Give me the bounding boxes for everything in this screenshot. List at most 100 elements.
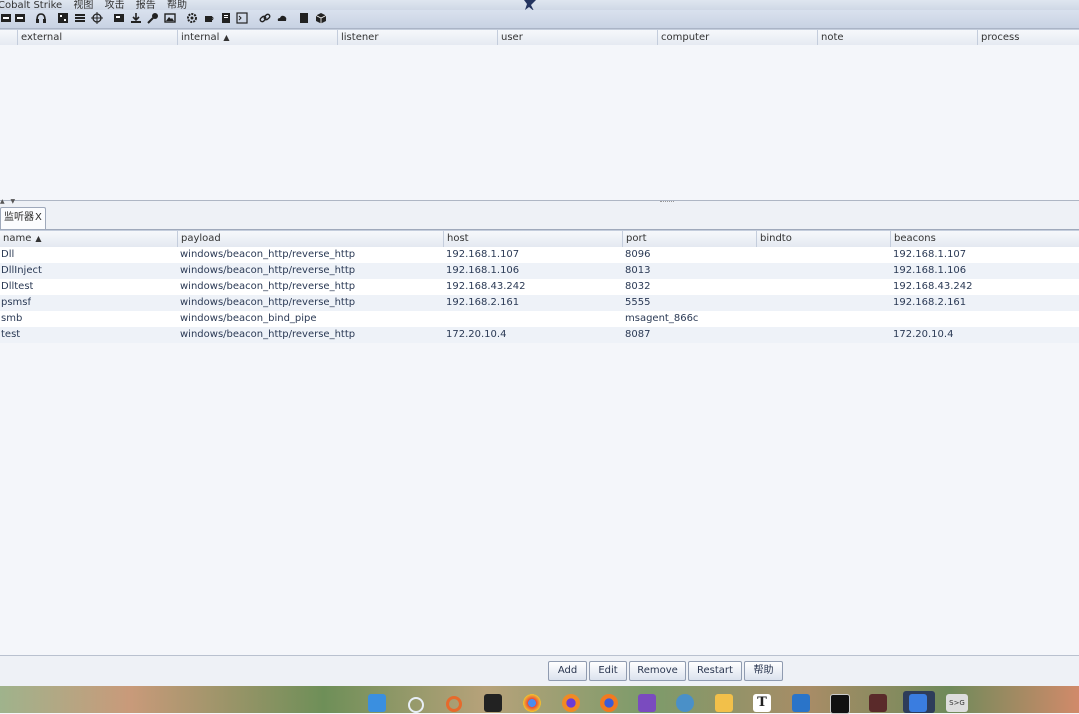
cell-name: Dlltest (1, 281, 34, 292)
credentials-icon[interactable] (147, 12, 159, 24)
cell-port: 8096 (625, 249, 651, 260)
tab-strip: 监听器X (0, 207, 1079, 230)
terminal-icon[interactable] (484, 694, 502, 712)
settings-icon[interactable] (186, 12, 198, 24)
cell-beacons: 192.168.1.107 (893, 249, 967, 260)
targets-icon[interactable] (91, 12, 103, 24)
disconnect-icon[interactable] (14, 12, 26, 24)
sort-ascending-icon: ▲ (223, 33, 230, 42)
sessions-table-body[interactable] (0, 45, 1079, 200)
cell-host: 192.168.43.242 (446, 281, 526, 292)
start-icon[interactable] (368, 694, 386, 712)
edit-button[interactable]: Edit (589, 661, 627, 681)
cell-port: 8013 (625, 265, 651, 276)
table-row[interactable]: smb windows/beacon_bind_pipe msagent_866… (0, 311, 1079, 327)
cell-name: smb (1, 313, 23, 324)
cell-name: DllInject (1, 265, 42, 276)
cell-beacons: 192.168.43.242 (893, 281, 973, 292)
app-icon[interactable] (676, 694, 694, 712)
cell-port: 8087 (625, 329, 651, 340)
package-icon[interactable] (315, 12, 327, 24)
button-bar: Add Edit Remove Restart 帮助 (0, 655, 1079, 686)
console-icon[interactable] (236, 12, 248, 24)
tab-label: 监听器 (4, 212, 34, 223)
editor-icon[interactable] (909, 694, 927, 712)
session-table-icon[interactable] (74, 12, 86, 24)
taskbar: T S>G (0, 686, 1079, 714)
chrome-icon[interactable] (523, 694, 541, 712)
visual-studio-icon[interactable] (638, 694, 656, 712)
cell-payload: windows/beacon_http/reverse_http (180, 281, 356, 292)
app-icon[interactable] (869, 694, 887, 712)
menu-item-view[interactable]: 视图 (73, 0, 93, 10)
tab-listeners[interactable]: 监听器X (0, 207, 46, 229)
column-header-computer[interactable]: computer (657, 30, 817, 46)
column-header-name[interactable]: name ▲ (0, 231, 177, 247)
remote-desktop-icon[interactable] (792, 694, 810, 712)
cell-host: 192.168.1.107 (446, 249, 520, 260)
cell-payload: windows/beacon_http/reverse_http (180, 249, 356, 260)
column-header-icon[interactable] (0, 30, 17, 46)
folder-icon[interactable] (715, 694, 733, 712)
cmd-icon[interactable] (830, 694, 850, 714)
add-button[interactable]: Add (548, 661, 587, 681)
cell-beacons: 192.168.2.161 (893, 297, 967, 308)
column-header-host[interactable]: host (443, 231, 622, 247)
column-header-beacons[interactable]: beacons (890, 231, 1079, 247)
restart-button[interactable]: Restart (688, 661, 742, 681)
web-log-icon[interactable] (113, 12, 125, 24)
new-connection-icon[interactable] (0, 12, 12, 24)
cell-name: Dll (1, 249, 15, 260)
cell-payload: windows/beacon_bind_pipe (180, 313, 317, 324)
menu-item-attacks[interactable]: 攻击 (105, 0, 125, 10)
column-header-process[interactable]: process (977, 30, 1079, 46)
remove-button[interactable]: Remove (629, 661, 686, 681)
search-icon[interactable] (408, 697, 424, 713)
firefox-dev-icon[interactable] (562, 694, 580, 712)
sort-ascending-icon: ▲ (35, 234, 42, 243)
column-header-listener[interactable]: listener (337, 30, 497, 46)
cell-host: 172.20.10.4 (446, 329, 507, 340)
column-header-note[interactable]: note (817, 30, 977, 46)
tab-close-button[interactable]: X (35, 212, 42, 223)
app-icon[interactable] (446, 696, 462, 712)
link-icon[interactable] (259, 12, 271, 24)
typora-icon[interactable]: T (753, 694, 771, 712)
menu-item-help[interactable]: 帮助 (167, 0, 187, 10)
collapse-arrows-icon[interactable]: ▲ ▼ (0, 198, 17, 205)
menu-app-title[interactable]: Cobalt Strike (0, 0, 62, 10)
screenshots-icon[interactable] (164, 12, 176, 24)
listeners-icon[interactable] (35, 12, 47, 24)
column-header-user[interactable]: user (497, 30, 657, 46)
cell-port: 8032 (625, 281, 651, 292)
table-row[interactable]: DllInject windows/beacon_http/reverse_ht… (0, 263, 1079, 279)
cell-beacons: 192.168.1.106 (893, 265, 967, 276)
app-icon[interactable]: S>G (946, 694, 968, 712)
menu-item-reporting[interactable]: 报告 (136, 0, 156, 10)
column-header-internal[interactable]: internal ▲ (177, 30, 337, 46)
firefox-icon[interactable] (600, 694, 618, 712)
downloads-icon[interactable] (130, 12, 142, 24)
pivot-graph-icon[interactable] (57, 12, 69, 24)
table-row[interactable]: Dll windows/beacon_http/reverse_http 192… (0, 247, 1079, 263)
toolbar (0, 10, 1079, 29)
table-row[interactable]: Dlltest windows/beacon_http/reverse_http… (0, 279, 1079, 295)
column-header-bindto[interactable]: bindto (756, 231, 890, 247)
column-header-external[interactable]: external (17, 30, 177, 46)
splitter-grip[interactable] (660, 201, 674, 204)
table-row[interactable]: test windows/beacon_http/reverse_http 17… (0, 327, 1079, 343)
column-header-payload[interactable]: payload (177, 231, 443, 247)
cell-port: 5555 (625, 297, 651, 308)
cloud-icon[interactable] (276, 12, 288, 24)
coffee-icon[interactable] (203, 12, 215, 24)
column-header-port[interactable]: port (622, 231, 756, 247)
menu-bar: Cobalt Strike 视图 攻击 报告 帮助 (0, 0, 1079, 10)
help-button[interactable]: 帮助 (744, 661, 783, 681)
cell-host: 192.168.1.106 (446, 265, 520, 276)
table-row[interactable]: psmsf windows/beacon_http/reverse_http 1… (0, 295, 1079, 311)
listeners-table-header: name ▲ payload host port bindto beacons (0, 230, 1079, 248)
notes-icon[interactable] (220, 12, 232, 24)
cell-host: 192.168.2.161 (446, 297, 520, 308)
cell-name: psmsf (1, 297, 32, 308)
book-icon[interactable] (298, 12, 310, 24)
